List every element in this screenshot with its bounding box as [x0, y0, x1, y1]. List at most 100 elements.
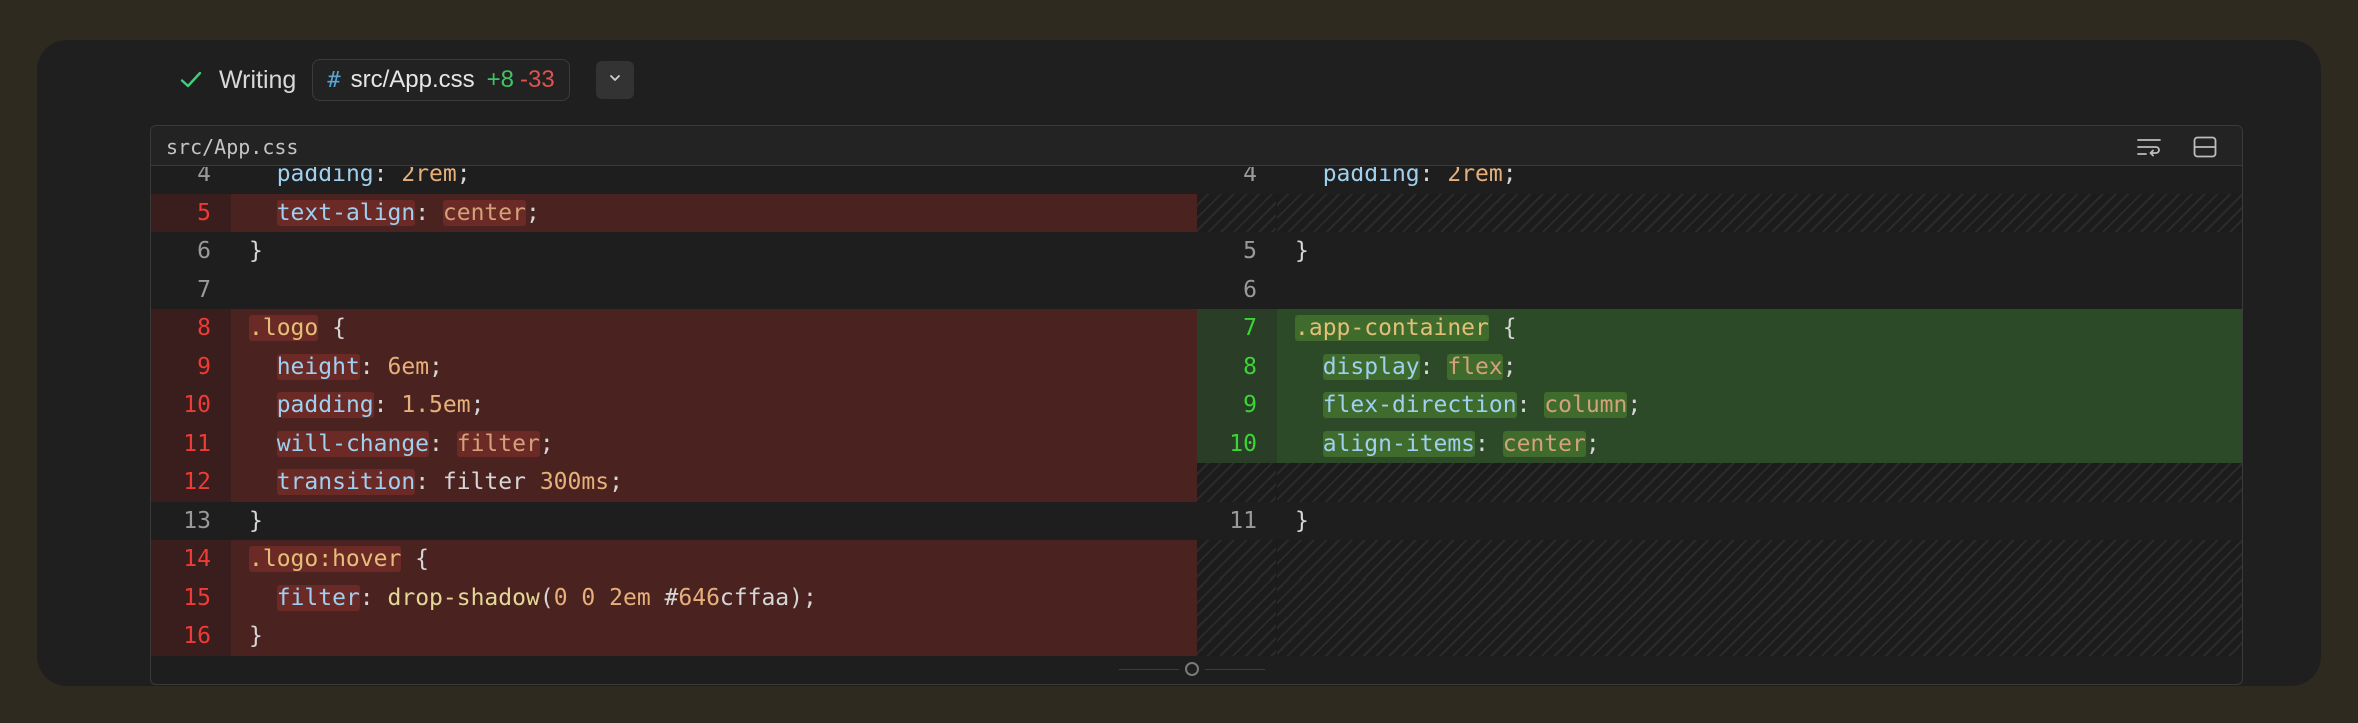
additions-count: +8 — [486, 66, 514, 93]
code-line: } — [249, 507, 263, 534]
status-label: Writing — [219, 65, 297, 94]
line-number: 11 — [151, 424, 231, 463]
line-number: 7 — [1197, 309, 1277, 348]
diff-right-line: 9 flex-direction: column; — [1197, 386, 2242, 425]
css-file-icon: # — [327, 67, 341, 93]
diff-row: 8 .logo {7 .app-container { — [151, 309, 2242, 348]
code-line: height: 6em; — [231, 347, 1197, 386]
line-number: 8 — [1197, 347, 1277, 386]
code-line: text-align: center; — [231, 193, 1197, 232]
line-number: 8 — [151, 309, 231, 348]
diff-row: 4 padding: 2rem; 4 padding: 2rem; — [151, 167, 2242, 194]
diff-left-line: 12 transition: filter 300ms; — [151, 463, 1197, 502]
diff-right-line — [1197, 193, 2242, 232]
code-line — [1277, 193, 2242, 232]
diff-right-line: 11} — [1197, 502, 2242, 541]
code-line: display: flex; — [1277, 347, 2242, 386]
diff-left-line: 14 .logo:hover { — [151, 540, 1197, 579]
diff-left-line: 13} — [151, 502, 1197, 541]
code-line: } — [231, 617, 1197, 656]
chevron-down-icon — [607, 70, 623, 91]
code-line: will-change: filter; — [231, 424, 1197, 463]
code-line: .logo { — [231, 309, 1197, 348]
diff-left-line: 5 text-align: center; — [151, 193, 1197, 232]
diff-right-line: 10 align-items: center; — [1197, 424, 2242, 463]
line-number: 5 — [151, 193, 231, 232]
line-number: 15 — [151, 578, 231, 617]
line-number: 4 — [197, 167, 211, 187]
line-number: 13 — [183, 507, 211, 534]
deletions-count: -33 — [520, 66, 555, 93]
diff-right-line: 7 .app-container { — [1197, 309, 2242, 348]
diff-row: 15 filter: drop-shadow(0 0 2em #646cffaa… — [151, 578, 2242, 617]
diff-row: 11 will-change: filter; 10 align-items: c… — [151, 424, 2242, 463]
line-number: 6 — [1243, 276, 1257, 303]
diff-left-line: 6} — [151, 232, 1197, 271]
line-number: 11 — [1229, 507, 1257, 534]
expand-button[interactable] — [595, 61, 634, 99]
diff-row: 6} 5} — [151, 232, 2242, 271]
diff-left-line: 10 padding: 1.5em; — [151, 386, 1197, 425]
code-line: padding: 2rem; — [276, 167, 471, 187]
diff-right-line: 6 — [1197, 271, 2242, 310]
code-line: .app-container { — [1277, 309, 2242, 348]
line-number — [1197, 617, 1277, 656]
diff-row: 5 text-align: center; — [151, 193, 2242, 232]
line-number — [1197, 463, 1277, 502]
diff-row: 10 padding: 1.5em; 9 flex-direction: colu… — [151, 386, 2242, 425]
diff-file-title: src/App.css — [166, 135, 299, 159]
diff-right-line — [1197, 617, 2242, 656]
diff-left-line: 8 .logo { — [151, 309, 1197, 348]
diff-body[interactable]: 4 padding: 2rem; 4 padding: 2rem; 5 text-a… — [151, 167, 2242, 684]
line-number: 12 — [151, 463, 231, 502]
file-chip[interactable]: # src/App.css +8 -33 — [312, 59, 570, 101]
code-line — [1277, 463, 2242, 502]
code-line: padding: 2rem; — [1322, 167, 1517, 187]
split-view-icon[interactable] — [2190, 134, 2220, 160]
code-line: } — [249, 238, 263, 264]
code-line: align-items: center; — [1277, 424, 2242, 463]
code-line: flex-direction: column; — [1277, 386, 2242, 425]
diff-left-line: 7 — [151, 271, 1197, 310]
diff-row: 9 height: 6em; 8 display: flex; — [151, 347, 2242, 386]
handle-line-left — [1119, 668, 1179, 670]
diff-row: 16} — [151, 617, 2242, 656]
wrap-lines-icon[interactable] — [2134, 134, 2164, 160]
diff-row: 13} 11} — [151, 502, 2242, 541]
line-number: 10 — [1197, 424, 1277, 463]
diff-left-line: 15 filter: drop-shadow(0 0 2em #646cffaa… — [151, 578, 1197, 617]
line-number: 6 — [197, 238, 211, 264]
diff-row: 14 .logo:hover { — [151, 540, 2242, 579]
diff-right-line: 5} — [1197, 232, 2242, 271]
code-line: padding: 1.5em; — [231, 386, 1197, 425]
diff-right-line — [1197, 540, 2242, 579]
code-line: } — [1295, 238, 1309, 264]
diff-left-line: 4 padding: 2rem; — [151, 167, 1197, 194]
line-number — [1197, 540, 1277, 579]
code-line: transition: filter 300ms; — [231, 463, 1197, 502]
line-number: 9 — [1197, 386, 1277, 425]
diff-row: 76 — [151, 271, 2242, 310]
line-number: 7 — [197, 276, 211, 303]
check-icon — [179, 68, 203, 92]
line-number — [1197, 578, 1277, 617]
code-line: } — [1295, 507, 1309, 534]
diff-viewer: src/App.css 4 padding: 2rem; 4 padding: 2… — [150, 125, 2243, 685]
diff-right-line — [1197, 463, 2242, 502]
code-line — [1277, 617, 2242, 656]
diff-left-line: 9 height: 6em; — [151, 347, 1197, 386]
handle-knob — [1185, 662, 1199, 676]
code-line — [1277, 578, 2242, 617]
diff-right-line: 8 display: flex; — [1197, 347, 2242, 386]
line-number: 10 — [151, 386, 231, 425]
line-number: 14 — [151, 540, 231, 579]
line-number: 16 — [151, 617, 231, 656]
code-line: filter: drop-shadow(0 0 2em #646cffaa); — [231, 578, 1197, 617]
file-name: src/App.css — [350, 66, 475, 93]
diff-right-line: 4 padding: 2rem; — [1197, 167, 2242, 194]
diff-row: 12 transition: filter 300ms; — [151, 463, 2242, 502]
handle-line-right — [1205, 668, 1265, 670]
resize-handle[interactable] — [1110, 662, 1274, 676]
line-number — [1197, 193, 1277, 232]
